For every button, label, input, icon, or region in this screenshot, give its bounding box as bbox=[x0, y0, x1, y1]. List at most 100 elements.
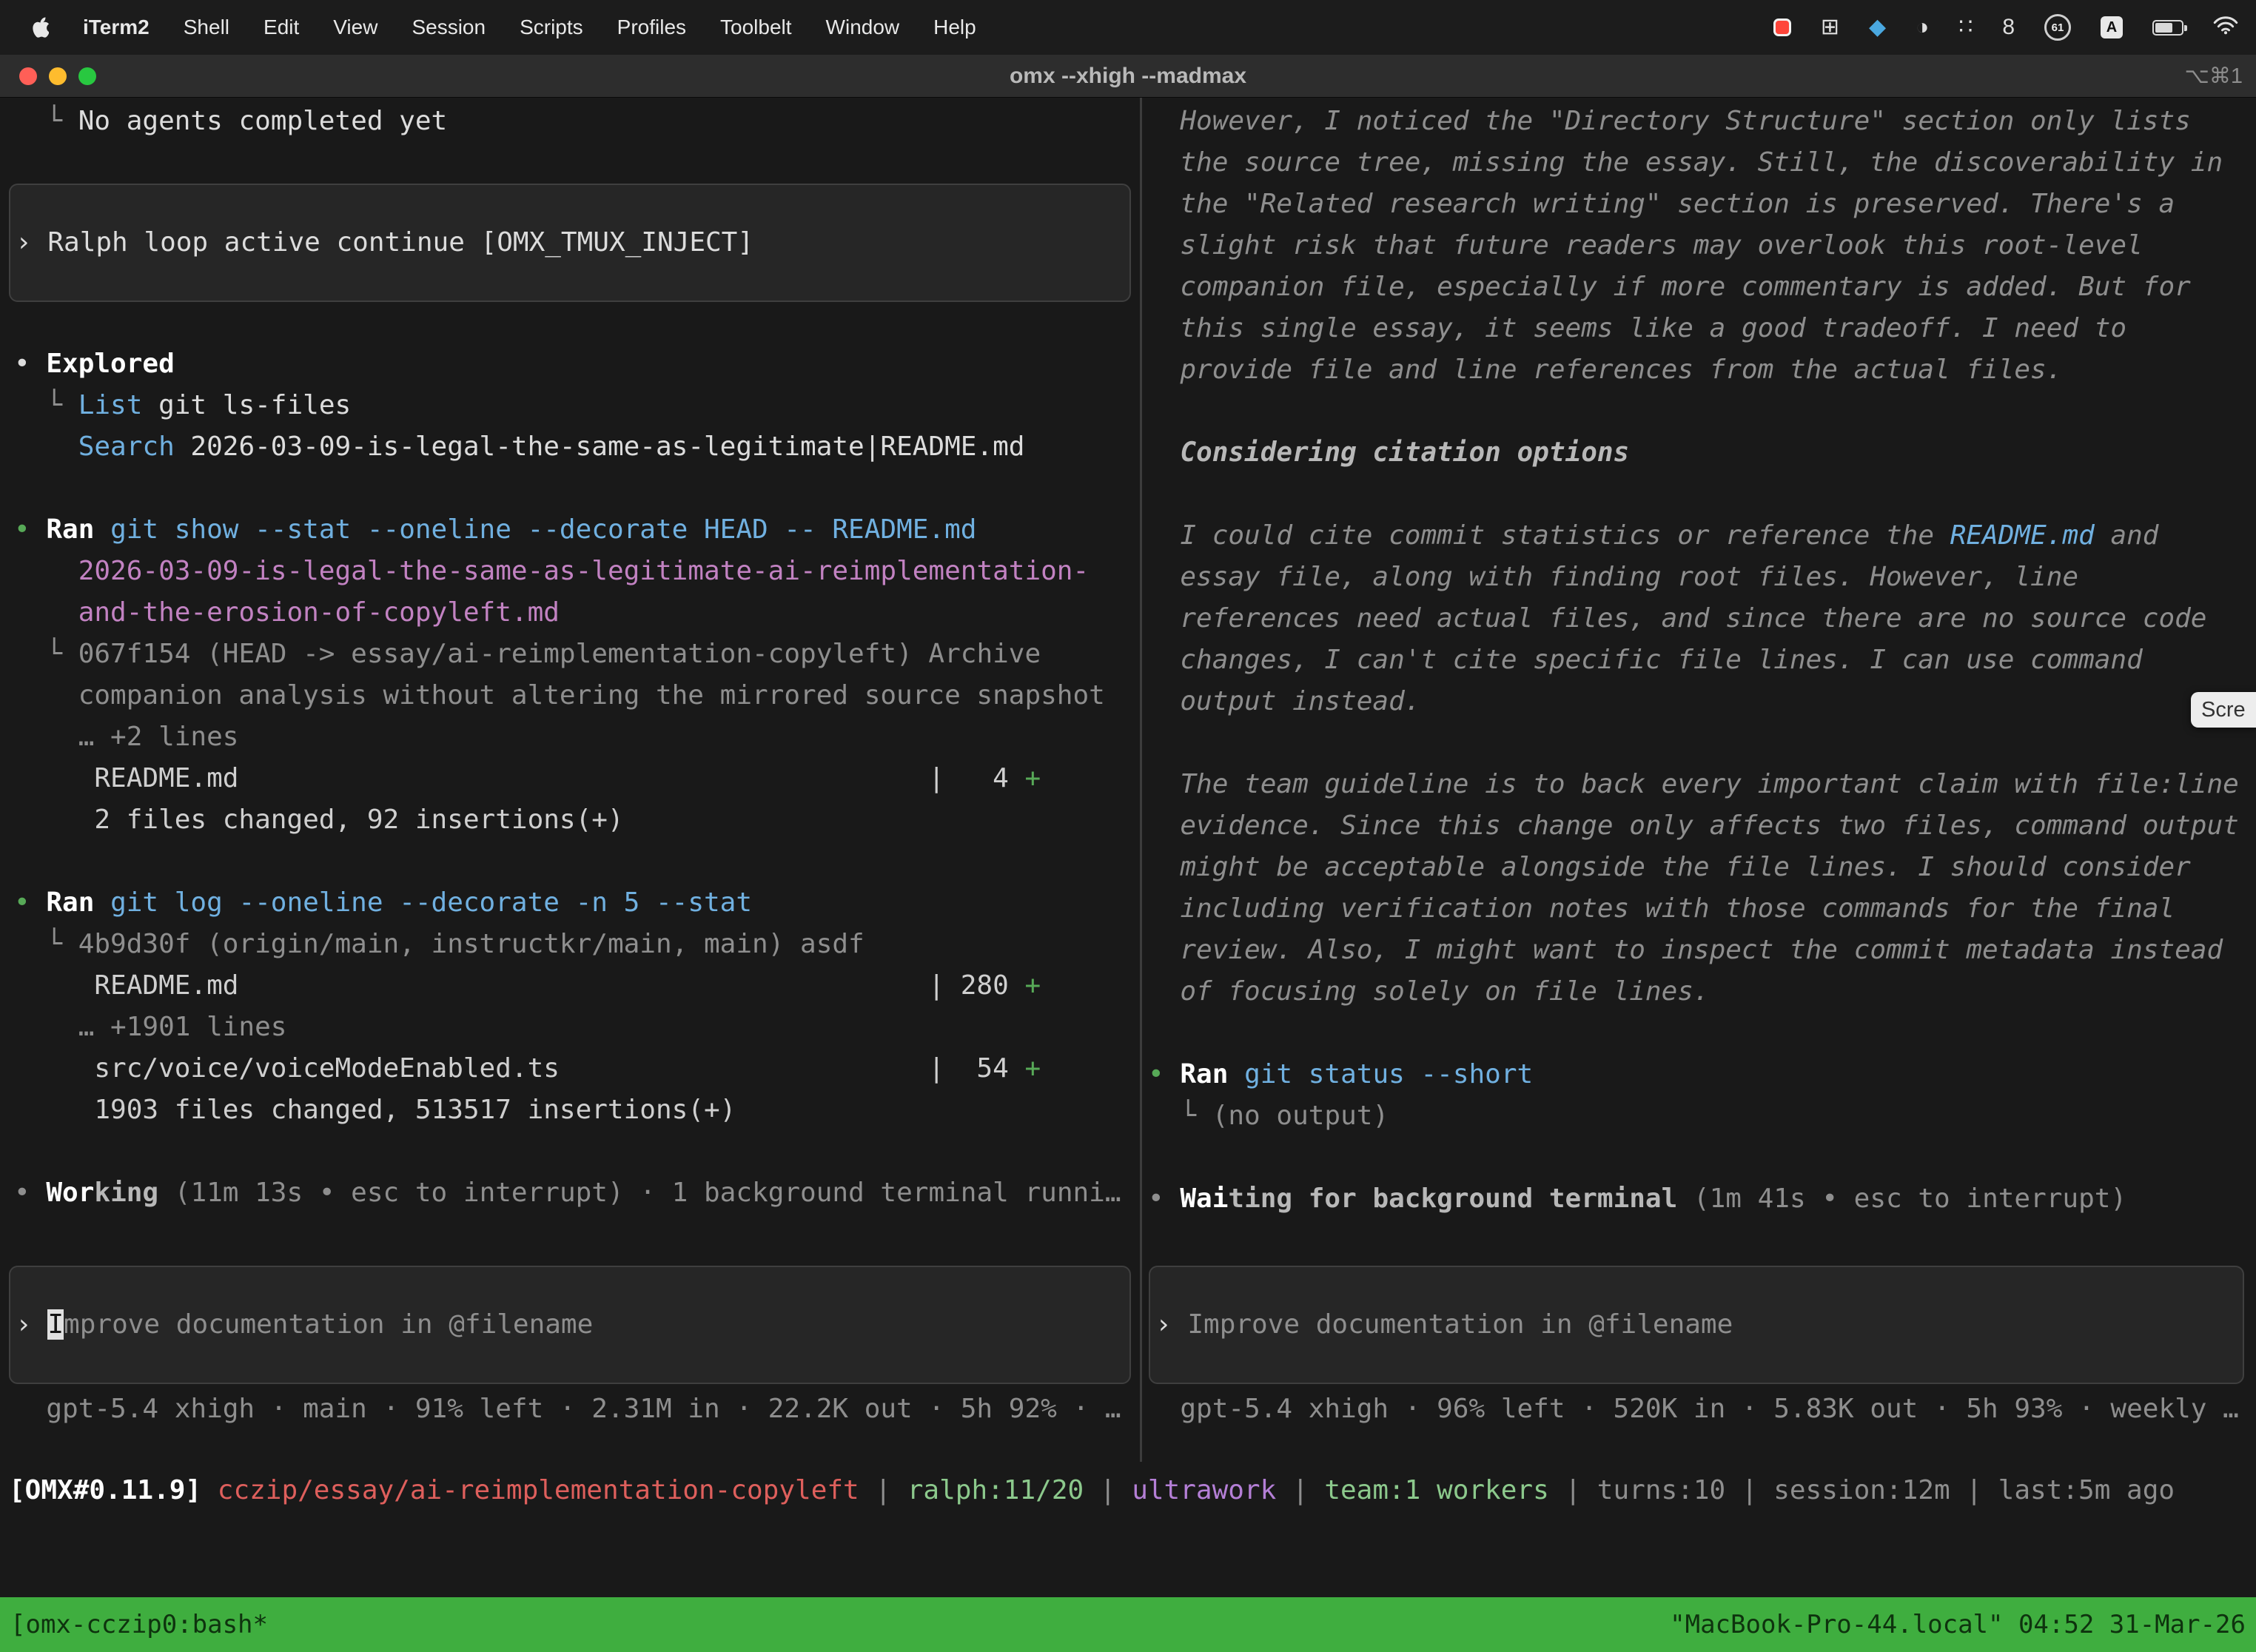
menu-item-edit[interactable]: Edit bbox=[263, 16, 299, 39]
menu-item-toolbelt[interactable]: Toolbelt bbox=[720, 16, 792, 39]
text-segment: › bbox=[16, 1309, 47, 1340]
terminal-line: 2026-03-09-is-legal-the-same-as-legitima… bbox=[0, 551, 1138, 592]
model-status-right: gpt-5.4 xhigh · 96% left · 520K in · 5.8… bbox=[1146, 1389, 2256, 1430]
menu-app-name[interactable]: iTerm2 bbox=[83, 16, 150, 39]
zoom-window-button[interactable] bbox=[78, 67, 96, 85]
text-segment: I could cite commit statistics or refere… bbox=[1148, 520, 1950, 551]
input-source-icon[interactable]: A bbox=[2101, 16, 2123, 38]
text-segment: › bbox=[16, 227, 47, 258]
terminal-line: 2 files changed, 92 insertions(+) bbox=[0, 799, 1138, 841]
window-shortcut-indicator: ⌥⌘1 bbox=[2184, 63, 2243, 89]
terminal-line: might be acceptable alongside the file l… bbox=[1146, 847, 2256, 888]
terminal-line: references need actual files, and since … bbox=[1146, 598, 2256, 639]
text-segment: might be acceptable alongside the file l… bbox=[1148, 852, 2191, 882]
text-segment: 067f154 (HEAD -> essay/ai-reimplementati… bbox=[78, 639, 1041, 669]
figure-8-app-icon[interactable]: 8 bbox=[2002, 16, 2015, 38]
text-segment: … +2 lines bbox=[14, 722, 238, 752]
dots-grid-icon[interactable]: ∷ bbox=[1958, 16, 1973, 38]
prompt-input-left[interactable]: › Improve documentation in @filename bbox=[9, 1266, 1131, 1384]
text-segment: the "Related research writing" section i… bbox=[1148, 189, 2175, 219]
text-segment: essay file, along with finding root file… bbox=[1148, 562, 2078, 592]
terminal-line: evidence. Since this change only affects… bbox=[1146, 805, 2256, 847]
terminal-line bbox=[1146, 722, 2256, 764]
text-segment bbox=[14, 556, 78, 586]
terminal-line bbox=[1146, 391, 2256, 432]
terminal-line: └ 4b9d30f (origin/main, instructkr/main,… bbox=[0, 924, 1138, 965]
terminal-line: this single essay, it seems like a good … bbox=[1146, 308, 2256, 349]
apple-logo-icon[interactable] bbox=[30, 16, 49, 38]
text-segment: README.md | 280 bbox=[14, 970, 1024, 1001]
terminal-line: Search 2026-03-09-is-legal-the-same-as-l… bbox=[0, 426, 1138, 468]
terminal-line: └ List git ls-files bbox=[0, 385, 1138, 426]
terminal-line: the "Related research writing" section i… bbox=[1146, 184, 2256, 225]
screen-recording-stop-icon[interactable] bbox=[1773, 19, 1791, 36]
text-segment: Explored bbox=[46, 349, 174, 379]
terminal-content: └ No agents completed yet › Ralph loop a… bbox=[0, 98, 2256, 1652]
menu-item-scripts[interactable]: Scripts bbox=[520, 16, 583, 39]
tmux-pane-left: └ No agents completed yet › Ralph loop a… bbox=[0, 98, 1138, 1462]
text-segment: Ran bbox=[1180, 1059, 1244, 1089]
text-segment: companion analysis without altering the … bbox=[14, 680, 1105, 711]
terminal-line: … +1901 lines bbox=[0, 1007, 1138, 1048]
minimize-window-button[interactable] bbox=[49, 67, 67, 85]
text-segment: + bbox=[1024, 1053, 1041, 1084]
terminal-line: src/voice/voiceModeEnabled.ts | 54 + bbox=[0, 1048, 1138, 1089]
terminal-line: and-the-erosion-of-copyleft.md bbox=[0, 592, 1138, 634]
menu-item-window[interactable]: Window bbox=[826, 16, 900, 39]
terminal-line: • Ran git status --short bbox=[1146, 1054, 2256, 1095]
terminal-line bbox=[1146, 1013, 2256, 1054]
text-segment: └ bbox=[14, 929, 78, 959]
text-segment: changes, I can't cite specific file line… bbox=[1148, 645, 2143, 675]
pane-divider[interactable] bbox=[1140, 98, 1142, 1462]
text-segment: of focusing solely on file lines. bbox=[1148, 976, 1710, 1007]
battery-gauge-icon[interactable]: 61 bbox=[2044, 14, 2071, 41]
terminal-line: └ (no output) bbox=[1146, 1095, 2256, 1137]
menu-item-view[interactable]: View bbox=[333, 16, 377, 39]
terminal-line: However, I noticed the "Directory Struct… bbox=[1146, 101, 2256, 142]
text-segment: this single essay, it seems like a good … bbox=[1148, 313, 2126, 343]
traffic-lights bbox=[19, 67, 96, 85]
text-segment: gpt-5.4 xhigh · 96% left · 520K in · 5.8… bbox=[1148, 1394, 2239, 1424]
text-segment bbox=[14, 432, 78, 462]
tmux-host-clock: "MacBook-Pro-44.local" 04:52 31-Mar-26 bbox=[1670, 1610, 2246, 1639]
prompt-input-right[interactable]: › Improve documentation in @filename bbox=[1149, 1266, 2244, 1384]
terminal-line bbox=[1146, 1137, 2256, 1178]
terminal-line: review. Also, I might want to inspect th… bbox=[1146, 930, 2256, 971]
terminal-line: provide file and line references from th… bbox=[1146, 349, 2256, 391]
text-segment: • bbox=[1148, 1059, 1180, 1089]
text-segment: └ bbox=[14, 390, 78, 420]
text-segment: + bbox=[1024, 970, 1041, 1001]
text-segment bbox=[14, 597, 78, 628]
text-segment: No agents completed yet bbox=[78, 106, 448, 136]
text-segment: └ bbox=[14, 106, 78, 136]
wifi-icon[interactable] bbox=[2213, 15, 2238, 41]
battery-icon[interactable] bbox=[2152, 20, 2183, 36]
drop-app-icon[interactable]: ◆ bbox=[1869, 16, 1886, 38]
menu-item-shell[interactable]: Shell bbox=[184, 16, 229, 39]
omx-status-bar: [OMX#0.11.9] cczip/essay/ai-reimplementa… bbox=[0, 1470, 2256, 1511]
text-segment: Improve documentation in @filename bbox=[1187, 1309, 1733, 1340]
disc-app-icon[interactable]: ◑ bbox=[1916, 16, 1929, 38]
terminal-line: I could cite commit statistics or refere… bbox=[1146, 515, 2256, 557]
menu-item-profiles[interactable]: Profiles bbox=[617, 16, 686, 39]
text-segment: and bbox=[2095, 520, 2159, 551]
prompt-input-text: › Improve documentation in @filename bbox=[1150, 1304, 1733, 1346]
terminal-line: companion analysis without altering the … bbox=[0, 675, 1138, 716]
terminal-line: output instead. bbox=[1146, 681, 2256, 722]
close-window-button[interactable] bbox=[19, 67, 37, 85]
text-segment: List bbox=[78, 390, 143, 420]
text-segment: Ran bbox=[46, 514, 110, 545]
screen-pill[interactable]: Scre bbox=[2191, 692, 2256, 728]
text-segment: I bbox=[47, 1309, 64, 1340]
terminal-line: README.md | 4 + bbox=[0, 758, 1138, 799]
text-segment: | bbox=[1549, 1475, 1597, 1505]
text-segment: Wor bbox=[46, 1178, 94, 1208]
terminal-line: essay file, along with finding root file… bbox=[1146, 557, 2256, 598]
menu-item-session[interactable]: Session bbox=[412, 16, 486, 39]
text-segment: ralph:11/20 bbox=[907, 1475, 1084, 1505]
text-segment: slight risk that future readers may over… bbox=[1148, 230, 2143, 261]
terminal-line: of focusing solely on file lines. bbox=[1146, 971, 2256, 1013]
grid-app-icon[interactable]: ⊞ bbox=[1821, 16, 1839, 38]
menu-item-help[interactable]: Help bbox=[933, 16, 976, 39]
text-segment: Ralph loop active continue [OMX_TMUX_INJ… bbox=[47, 227, 753, 258]
